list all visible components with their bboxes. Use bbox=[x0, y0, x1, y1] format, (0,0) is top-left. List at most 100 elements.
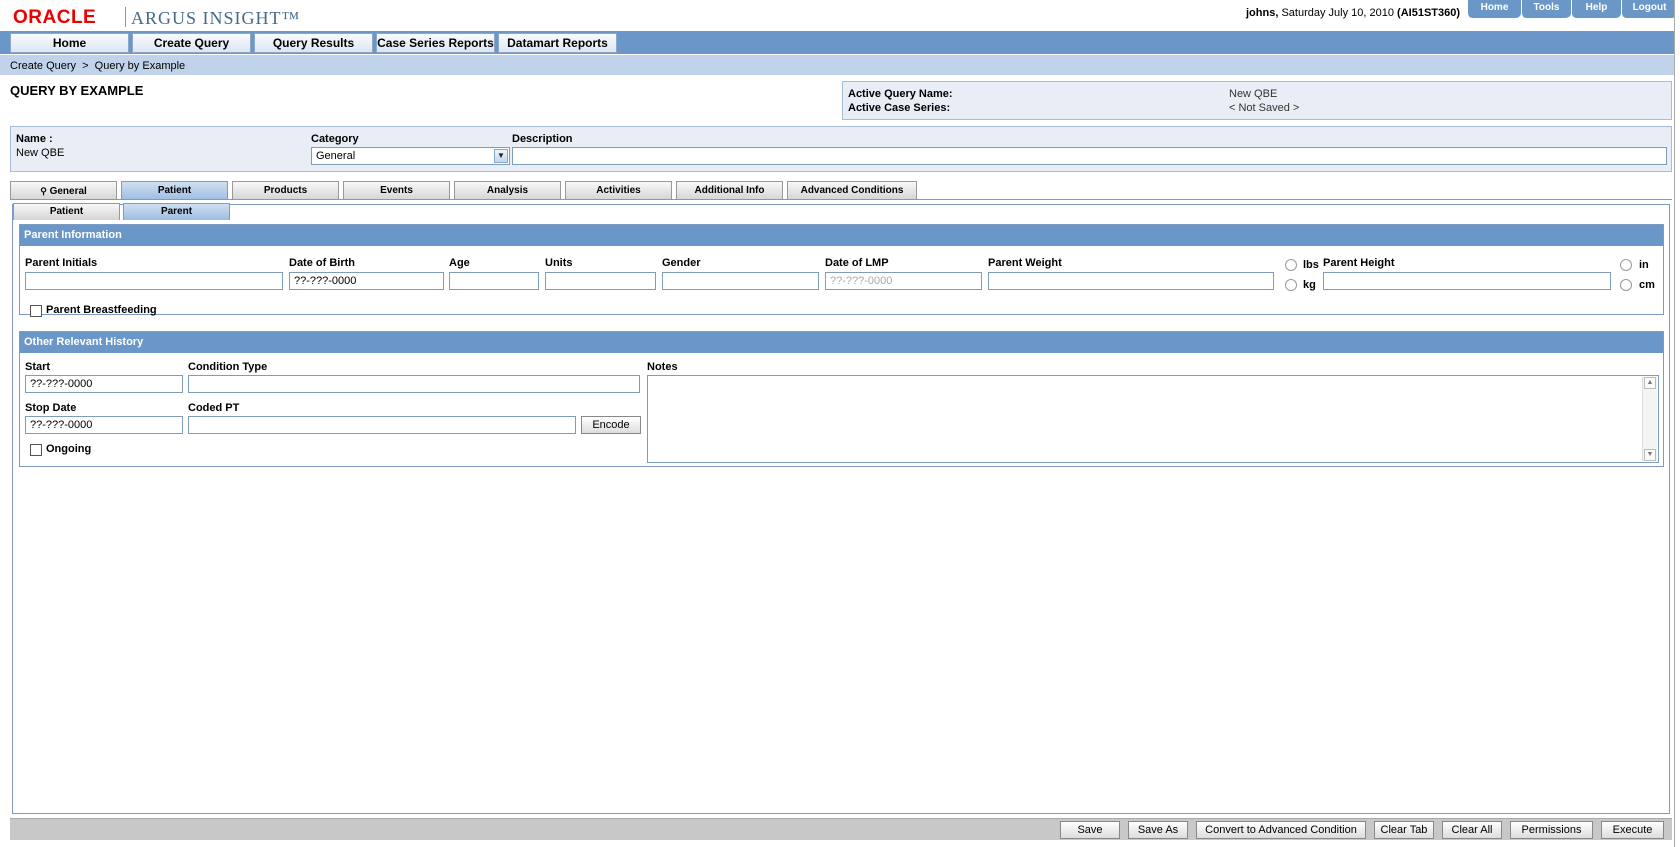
top-link-tools[interactable]: Tools bbox=[1521, 0, 1571, 18]
server-name: (AI51ST360) bbox=[1397, 7, 1461, 19]
query-info-panel: Name : New QBE Category General ▼ Descri… bbox=[10, 126, 1672, 172]
units-label: Units bbox=[545, 257, 573, 269]
user-info: johns, Saturday July 10, 2010 (AI51ST360… bbox=[1246, 7, 1460, 19]
tab-patient[interactable]: Patient bbox=[121, 181, 228, 200]
notes-textarea[interactable]: ▲ ▼ bbox=[647, 375, 1659, 463]
tab-general[interactable]: ⚲ General bbox=[10, 181, 117, 200]
stop-date-input[interactable]: ??-???-0000 bbox=[25, 416, 183, 434]
top-link-home[interactable]: Home bbox=[1467, 0, 1521, 18]
weight-lbs-label: lbs bbox=[1303, 259, 1319, 271]
parent-height-input[interactable] bbox=[1323, 272, 1611, 290]
parent-weight-input[interactable] bbox=[988, 272, 1274, 290]
query-name-value: New QBE bbox=[16, 147, 65, 159]
active-case-series-label: Active Case Series: bbox=[848, 102, 951, 114]
category-selected-value: General bbox=[316, 150, 356, 162]
tab-events[interactable]: Events bbox=[343, 181, 450, 200]
nav-query-results[interactable]: Query Results bbox=[254, 33, 373, 53]
oracle-logo: ORACLE bbox=[13, 7, 97, 28]
active-query-name-label: Active Query Name: bbox=[848, 88, 953, 100]
parent-information-header: Parent Information bbox=[20, 225, 1663, 246]
clear-all-button[interactable]: Clear All bbox=[1442, 821, 1502, 839]
user-name: johns, bbox=[1246, 7, 1279, 19]
tab-products[interactable]: Products bbox=[232, 181, 339, 200]
tab-strip-line bbox=[10, 199, 1672, 200]
age-label: Age bbox=[449, 257, 470, 269]
scroll-up-icon[interactable]: ▲ bbox=[1644, 377, 1656, 389]
notes-label: Notes bbox=[647, 361, 678, 373]
other-relevant-history-section: Other Relevant History Start ??-???-0000… bbox=[19, 331, 1664, 467]
parent-height-label: Parent Height bbox=[1323, 257, 1395, 269]
start-label: Start bbox=[25, 361, 51, 373]
subtab-patient[interactable]: Patient bbox=[13, 203, 120, 220]
nav-home[interactable]: Home bbox=[10, 33, 129, 53]
units-input[interactable] bbox=[545, 272, 656, 290]
save-button[interactable]: Save bbox=[1060, 821, 1120, 839]
parent-breastfeeding-label: Parent Breastfeeding bbox=[46, 304, 157, 316]
height-in-radio[interactable] bbox=[1620, 259, 1632, 271]
category-select[interactable]: General ▼ bbox=[311, 147, 510, 165]
start-date-input[interactable]: ??-???-0000 bbox=[25, 375, 183, 393]
nav-case-series-reports[interactable]: Case Series Reports bbox=[376, 33, 495, 53]
breadcrumb: Create Query > Query by Example bbox=[0, 55, 1680, 75]
tab-general-label: General bbox=[49, 186, 87, 197]
clear-tab-button[interactable]: Clear Tab bbox=[1374, 821, 1434, 839]
date-of-birth-label: Date of Birth bbox=[289, 257, 355, 269]
height-cm-label: cm bbox=[1639, 279, 1655, 291]
argus-insight-logo: ARGUS INSIGHT™ bbox=[131, 8, 301, 28]
tab-advanced-conditions[interactable]: Advanced Conditions bbox=[787, 181, 917, 200]
coded-pt-input[interactable] bbox=[188, 416, 576, 434]
save-as-button[interactable]: Save As bbox=[1128, 821, 1188, 839]
permissions-button[interactable]: Permissions bbox=[1510, 821, 1593, 839]
top-links: Home Tools Help Logout bbox=[1467, 0, 1677, 18]
top-link-help[interactable]: Help bbox=[1571, 0, 1621, 18]
current-date: Saturday July 10, 2010 bbox=[1281, 7, 1394, 19]
query-name-label: Name : bbox=[16, 133, 53, 145]
description-input[interactable] bbox=[512, 147, 1667, 165]
height-in-label: in bbox=[1639, 259, 1649, 271]
parent-initials-label: Parent Initials bbox=[25, 257, 98, 269]
height-cm-radio[interactable] bbox=[1620, 279, 1632, 291]
description-label: Description bbox=[512, 133, 573, 145]
tab-analysis[interactable]: Analysis bbox=[454, 181, 561, 200]
ongoing-checkbox[interactable] bbox=[30, 444, 42, 456]
weight-lbs-radio[interactable] bbox=[1285, 259, 1297, 271]
app-header: ORACLE ARGUS INSIGHT™ johns, Saturday Ju… bbox=[0, 0, 1680, 31]
parent-weight-label: Parent Weight bbox=[988, 257, 1062, 269]
nav-create-query[interactable]: Create Query bbox=[132, 33, 251, 53]
condition-type-input[interactable] bbox=[188, 375, 640, 393]
other-relevant-history-header: Other Relevant History bbox=[20, 332, 1663, 353]
tab-activities[interactable]: Activities bbox=[565, 181, 672, 200]
weight-kg-label: kg bbox=[1303, 279, 1316, 291]
page-title: QUERY BY EXAMPLE bbox=[10, 83, 144, 98]
age-input[interactable] bbox=[449, 272, 539, 290]
date-of-birth-input[interactable]: ??-???-0000 bbox=[289, 272, 444, 290]
coded-pt-label: Coded PT bbox=[188, 402, 240, 414]
tab-additional-info[interactable]: Additional Info bbox=[676, 181, 783, 200]
top-link-logout[interactable]: Logout bbox=[1621, 0, 1677, 18]
date-of-lmp-input[interactable]: ??-???-0000 bbox=[825, 272, 982, 290]
date-of-lmp-label: Date of LMP bbox=[825, 257, 889, 269]
parent-breastfeeding-checkbox[interactable] bbox=[30, 305, 42, 317]
subtab-parent[interactable]: Parent bbox=[123, 203, 230, 220]
category-label: Category bbox=[311, 133, 359, 145]
chevron-down-icon[interactable]: ▼ bbox=[494, 149, 508, 163]
notes-scrollbar[interactable]: ▲ ▼ bbox=[1642, 377, 1657, 461]
weight-kg-radio[interactable] bbox=[1285, 279, 1297, 291]
filter-icon: ⚲ bbox=[40, 186, 47, 196]
condition-type-label: Condition Type bbox=[188, 361, 268, 373]
scroll-down-icon[interactable]: ▼ bbox=[1644, 449, 1656, 461]
parent-initials-input[interactable] bbox=[25, 272, 283, 290]
window-edge bbox=[1674, 0, 1680, 847]
nav-datamart-reports[interactable]: Datamart Reports bbox=[498, 33, 617, 53]
ongoing-label: Ongoing bbox=[46, 443, 92, 455]
encode-button[interactable]: Encode bbox=[581, 416, 641, 434]
gender-input[interactable] bbox=[662, 272, 819, 290]
main-nav: Home Create Query Query Results Case Ser… bbox=[0, 31, 1680, 54]
action-bar: Save Save As Convert to Advanced Conditi… bbox=[10, 818, 1672, 840]
active-query-name-value: New QBE bbox=[1229, 88, 1278, 100]
stop-date-label: Stop Date bbox=[25, 402, 77, 414]
logo-divider bbox=[125, 7, 126, 27]
execute-button[interactable]: Execute bbox=[1601, 821, 1664, 839]
active-query-panel: Active Query Name: New QBE Active Case S… bbox=[842, 81, 1672, 120]
convert-to-advanced-condition-button[interactable]: Convert to Advanced Condition bbox=[1196, 821, 1366, 839]
